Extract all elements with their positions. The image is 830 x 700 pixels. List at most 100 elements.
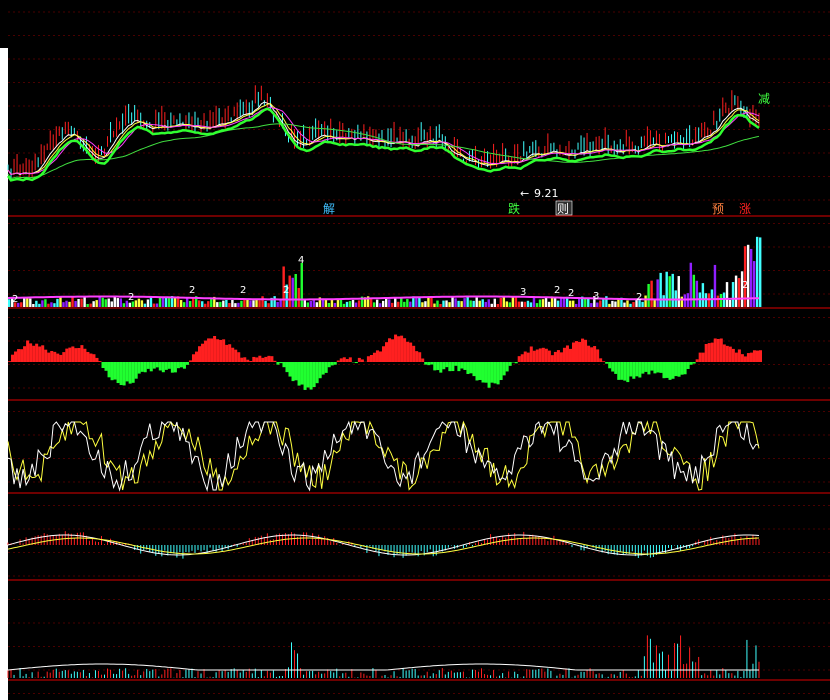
volume-bar xyxy=(725,282,729,307)
volume-bar xyxy=(502,296,506,307)
volume-bar xyxy=(59,296,62,307)
volume-bar xyxy=(388,299,391,307)
volume-bar xyxy=(556,300,560,307)
volume-bar xyxy=(261,296,264,307)
macd-bar xyxy=(496,362,500,385)
macd-bar xyxy=(234,349,238,362)
volume-bar xyxy=(83,296,86,307)
macd-bar xyxy=(318,362,322,379)
volume-bar xyxy=(89,303,92,307)
volume-bar xyxy=(137,298,141,307)
macd-bar xyxy=(526,352,530,362)
oscillator-panel[interactable] xyxy=(7,420,760,492)
signal-die-label: 跌 xyxy=(508,201,520,216)
volume-bar xyxy=(297,287,300,307)
indicator-panel-6[interactable] xyxy=(7,635,760,678)
macd-bar xyxy=(23,346,27,362)
stock-chart-stage[interactable]: 9.21 ← 解 跌 则 预 涨 减 2 22 2 2 3 2 2 3 224 xyxy=(0,0,830,700)
macd-bar xyxy=(400,335,404,362)
volume-bar xyxy=(623,302,626,307)
volume-bar xyxy=(345,301,349,307)
volume-bar xyxy=(472,300,475,307)
volume-bar xyxy=(107,298,110,307)
volume-bar xyxy=(701,283,705,307)
macd-bar xyxy=(668,362,672,380)
volume-bar xyxy=(683,294,686,307)
macd-bar xyxy=(575,341,579,362)
volume-bar xyxy=(50,302,53,307)
macd-bar xyxy=(20,349,24,362)
macd-bar xyxy=(442,362,446,370)
macd-bar xyxy=(752,350,756,362)
volume-bar xyxy=(520,301,524,307)
volume-bar xyxy=(439,303,442,307)
macd-bar xyxy=(207,338,211,362)
volume-bar xyxy=(409,301,412,307)
volume-bar xyxy=(668,276,671,307)
macd-bar xyxy=(89,353,93,362)
volume-bar xyxy=(35,300,38,307)
macd-bar xyxy=(231,347,235,362)
indicator-panel-5[interactable] xyxy=(7,531,760,559)
macd-bar xyxy=(550,355,554,362)
volume-bar xyxy=(204,303,207,307)
macd-bar xyxy=(357,357,361,362)
macd-bar xyxy=(237,352,241,362)
macd-bar xyxy=(333,362,337,365)
volume-bar xyxy=(716,295,720,307)
volume-bar xyxy=(252,300,255,307)
macd-bar xyxy=(641,362,645,374)
macd-bar xyxy=(391,339,395,362)
macd-bar xyxy=(86,351,90,362)
macd-bar xyxy=(32,345,36,362)
macd-bar xyxy=(345,359,349,362)
macd-bar xyxy=(264,356,268,362)
macd-bar xyxy=(647,362,651,375)
volume-marker: 2 xyxy=(189,285,195,296)
macd-bar xyxy=(149,362,153,372)
macd-bar xyxy=(339,358,343,362)
volume-marker: 3 xyxy=(520,287,526,298)
macd-bar xyxy=(194,351,199,362)
volume-bar xyxy=(182,302,186,307)
volume-bar xyxy=(391,302,394,307)
macd-bar xyxy=(50,350,54,362)
volume-bar xyxy=(267,303,270,307)
volume-bar xyxy=(713,264,717,307)
macd-bar xyxy=(662,362,666,379)
macd-bar xyxy=(98,361,102,362)
macd-histogram-panel[interactable] xyxy=(8,334,762,390)
macd-bar xyxy=(225,344,229,362)
volume-bar xyxy=(695,280,699,307)
macd-bar xyxy=(466,362,470,375)
macd-bar xyxy=(41,345,45,362)
macd-bar xyxy=(397,336,401,362)
macd-bar xyxy=(698,352,702,362)
macd-bar xyxy=(394,334,398,362)
macd-bar xyxy=(415,351,419,362)
macd-bar xyxy=(644,362,648,372)
macd-bar xyxy=(559,352,563,362)
volume-bar xyxy=(140,300,144,307)
volume-bar xyxy=(185,298,189,307)
volume-bar xyxy=(755,236,759,307)
volume-bar xyxy=(191,297,195,307)
macd-bar xyxy=(448,362,452,372)
macd-bar xyxy=(8,361,12,362)
macd-bar xyxy=(354,362,358,364)
macd-bar xyxy=(490,362,494,383)
macd-bar xyxy=(719,338,723,362)
macd-bar xyxy=(71,346,75,362)
volume-bar xyxy=(469,300,472,307)
volume-bar xyxy=(442,300,445,307)
macd-bar xyxy=(291,362,295,382)
volume-bar xyxy=(372,302,376,307)
macd-bar xyxy=(47,352,51,362)
macd-bar xyxy=(475,362,479,381)
macd-bar xyxy=(746,353,750,362)
volume-bar xyxy=(155,303,159,307)
macd-bar xyxy=(128,362,132,384)
price-panel[interactable]: 9.21 ← 解 跌 则 预 涨 减 xyxy=(6,85,770,216)
macd-bar xyxy=(436,362,440,371)
volume-bar xyxy=(538,299,542,307)
